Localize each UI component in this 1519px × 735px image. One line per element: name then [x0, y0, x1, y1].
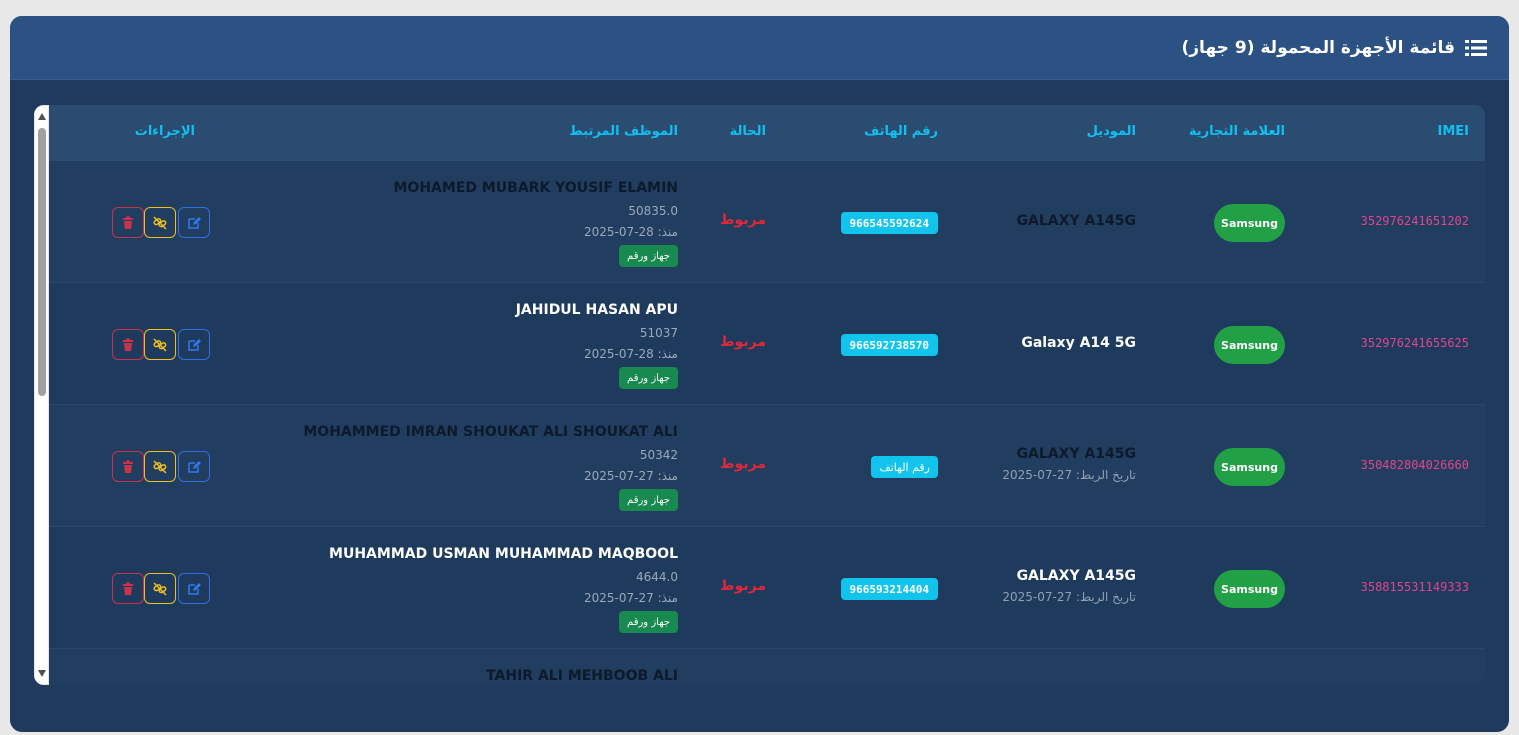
edit-button[interactable]: [178, 329, 210, 360]
status-badge: مربوط: [720, 578, 766, 594]
column-header-employee[interactable]: الموظف المرتبط: [569, 124, 678, 139]
table-row: 352976241651202 Samsung GALAXY A145G 966…: [49, 161, 1485, 283]
edit-icon: [188, 338, 201, 351]
phone-badge: 966592738570: [840, 334, 938, 356]
employee-name: MOHAMED MUBARK YOUSIF ELAMIN: [393, 180, 679, 196]
scroll-down-icon[interactable]: [38, 670, 46, 677]
delete-button[interactable]: [112, 573, 144, 604]
phone-badge: 966545592624: [840, 212, 938, 234]
imei-value: 352976241651202: [1360, 214, 1469, 228]
vertical-scrollbar[interactable]: [34, 105, 49, 685]
employee-name: MUHAMMAD USMAN MUHAMMAD MAQBOOL: [329, 546, 678, 562]
employee-number: 50342: [639, 448, 678, 462]
employee-badge: جهاز ورقم: [619, 245, 678, 267]
model-value: GALAXY A145G: [1016, 568, 1136, 584]
trash-icon: [123, 216, 133, 229]
table-row: TAHIR ALI MEHBOOB ALI: [49, 649, 1485, 685]
trash-icon: [123, 460, 133, 473]
edit-button[interactable]: [178, 451, 210, 482]
status-badge: مربوط: [720, 212, 766, 228]
unlink-icon: [153, 459, 167, 474]
table-header: IMEI العلامة التجارية الموديل رقم الهاتف…: [49, 105, 1485, 161]
imei-value: 358815531149333: [1360, 580, 1469, 594]
column-header-phone[interactable]: رقم الهاتف: [864, 124, 938, 139]
model-value: Galaxy A14 5G: [1021, 335, 1136, 351]
employee-number: 4644.0: [636, 570, 678, 584]
status-badge: مربوط: [720, 456, 766, 472]
trash-icon: [123, 582, 133, 595]
edit-icon: [188, 460, 201, 473]
brand-badge: Samsung: [1214, 204, 1285, 242]
scroll-thumb[interactable]: [38, 128, 46, 396]
employee-name: TAHIR ALI MEHBOOB ALI: [486, 668, 678, 684]
employee-number: 50835.0: [628, 204, 678, 218]
table-row: 350482804026660 Samsung GALAXY A145G تار…: [49, 405, 1485, 527]
employee-since: منذ: 27-07-2025: [583, 591, 678, 605]
edit-button[interactable]: [178, 207, 210, 238]
imei-value: 350482804026660: [1360, 458, 1469, 472]
link-date: تاريخ الربط: 27-07-2025: [1002, 590, 1136, 604]
employee-badge: جهاز ورقم: [619, 611, 678, 633]
scroll-up-icon[interactable]: [38, 113, 46, 120]
devices-card: قائمة الأجهزة المحمولة (9 جهاز) IMEI الع…: [10, 16, 1509, 732]
column-header-model[interactable]: الموديل: [1087, 124, 1136, 139]
unlink-button[interactable]: [144, 207, 176, 238]
phone-badge: 966593214404: [840, 578, 938, 600]
status-badge: مربوط: [720, 334, 766, 350]
unlink-button[interactable]: [144, 329, 176, 360]
unlink-icon: [153, 337, 167, 352]
table-row: 352976241655625 Samsung Galaxy A14 5G 96…: [49, 283, 1485, 405]
unlink-icon: [153, 581, 167, 596]
delete-button[interactable]: [112, 451, 144, 482]
devices-table: IMEI العلامة التجارية الموديل رقم الهاتف…: [34, 105, 1485, 685]
trash-icon: [123, 338, 133, 351]
unlink-button[interactable]: [144, 573, 176, 604]
employee-since: منذ: 28-07-2025: [583, 225, 678, 239]
delete-button[interactable]: [112, 329, 144, 360]
column-header-status[interactable]: الحالة: [730, 124, 766, 139]
unlink-button[interactable]: [144, 451, 176, 482]
employee-since: منذ: 28-07-2025: [583, 347, 678, 361]
card-header: قائمة الأجهزة المحمولة (9 جهاز): [10, 16, 1509, 80]
model-value: GALAXY A145G: [1016, 446, 1136, 462]
unlink-icon: [153, 215, 167, 230]
list-icon: [1465, 39, 1487, 57]
phone-badge: رقم الهاتف: [871, 456, 938, 478]
brand-badge: Samsung: [1214, 570, 1285, 608]
brand-badge: Samsung: [1214, 448, 1285, 486]
delete-button[interactable]: [112, 207, 144, 238]
brand-badge: Samsung: [1214, 326, 1285, 364]
employee-since: منذ: 27-07-2025: [583, 469, 678, 483]
model-value: GALAXY A145G: [1016, 213, 1136, 229]
employee-name: MOHAMMED IMRAN SHOUKAT ALI SHOUKAT ALI: [303, 424, 678, 440]
column-header-brand[interactable]: العلامة التجارية: [1189, 124, 1285, 139]
column-header-imei[interactable]: IMEI: [1438, 124, 1470, 139]
table-row: 358815531149333 Samsung GALAXY A145G تار…: [49, 527, 1485, 649]
page-title: قائمة الأجهزة المحمولة (9 جهاز): [1181, 37, 1456, 58]
edit-button[interactable]: [178, 573, 210, 604]
column-header-actions: الإجراءات: [134, 124, 195, 139]
employee-name: JAHIDUL HASAN APU: [515, 302, 678, 318]
edit-icon: [188, 216, 201, 229]
edit-icon: [188, 582, 201, 595]
link-date: تاريخ الربط: 27-07-2025: [1002, 468, 1136, 482]
employee-number: 51037: [639, 326, 678, 340]
employee-badge: جهاز ورقم: [619, 489, 678, 511]
imei-value: 352976241655625: [1360, 336, 1469, 350]
employee-badge: جهاز ورقم: [619, 367, 678, 389]
